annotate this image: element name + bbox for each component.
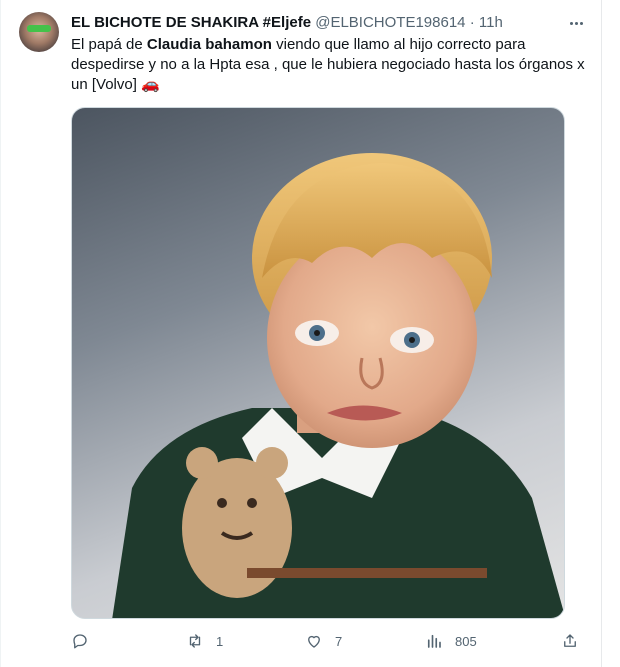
avatar[interactable] — [19, 12, 59, 52]
author-name[interactable]: EL BICHOTE DE SHAKIRA #Eljefe — [71, 14, 311, 31]
retweet-count: 1 — [216, 633, 224, 649]
like-count: 7 — [335, 633, 343, 649]
views-count: 805 — [455, 633, 477, 649]
retweet-icon — [189, 634, 201, 648]
tweet-card[interactable]: EL BICHOTE DE SHAKIRA #Eljefe @ELBICHOTE… — [0, 0, 602, 667]
tweet-header: EL BICHOTE DE SHAKIRA #Eljefe @ELBICHOTE… — [71, 13, 503, 33]
share-button[interactable] — [561, 630, 591, 652]
separator-dot: · — [469, 14, 475, 31]
tweet-text-bold[interactable]: Claudia bahamon — [147, 36, 272, 53]
like-button[interactable]: 7 — [305, 630, 342, 652]
retweet-button[interactable]: 1 — [186, 630, 223, 652]
car-emoji: 🚗 — [141, 76, 160, 93]
more-options-icon[interactable] — [565, 12, 587, 34]
tweet-text-part1: El papá de — [71, 36, 147, 53]
avatar-glasses — [27, 25, 51, 32]
tweet-image[interactable] — [71, 107, 565, 619]
views-button[interactable]: 805 — [425, 630, 477, 652]
tweet-text: El papá de Claudia bahamon viendo que ll… — [71, 35, 591, 95]
action-bar: 1 7 805 — [71, 630, 591, 652]
heart-icon — [308, 635, 320, 648]
author-handle[interactable]: @ELBICHOTE198614 — [315, 14, 465, 31]
reply-button[interactable] — [71, 630, 101, 652]
boy-photo-illustration — [112, 153, 564, 618]
tweet-time[interactable]: 11h — [479, 14, 503, 31]
views-icon — [427, 634, 441, 648]
reply-icon — [73, 634, 87, 649]
share-icon — [564, 634, 576, 647]
